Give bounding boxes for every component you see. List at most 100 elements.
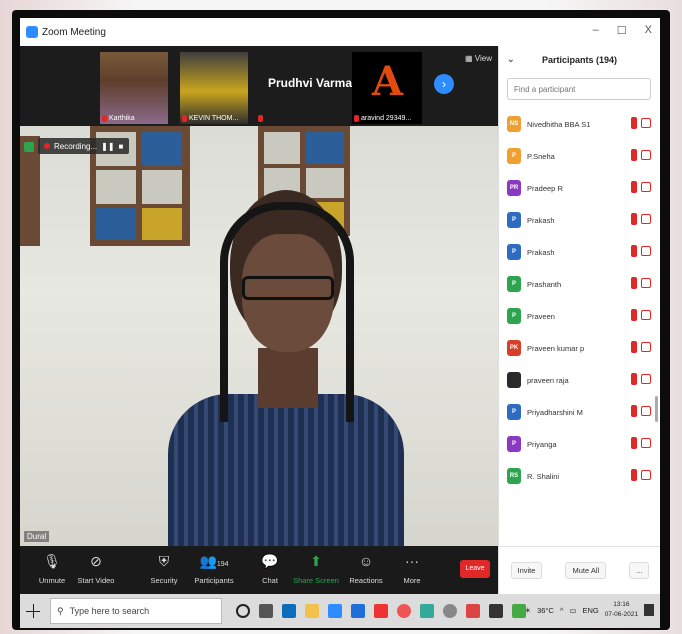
participants-count: 194 bbox=[216, 561, 229, 568]
wall-tile bbox=[96, 170, 136, 204]
participant-row[interactable]: P P.Sneha bbox=[499, 140, 660, 172]
participant-status bbox=[631, 245, 651, 257]
more-button[interactable]: ··· More bbox=[386, 550, 438, 585]
panel-more-button[interactable]: ... bbox=[629, 562, 650, 579]
minimize-button[interactable]: – bbox=[593, 24, 599, 37]
weather-icon[interactable]: ☀ bbox=[524, 606, 531, 615]
video-off-icon bbox=[641, 246, 651, 256]
participant-row[interactable]: P Priyanga bbox=[499, 428, 660, 460]
panel-scrollbar[interactable] bbox=[655, 396, 658, 422]
windows-taskbar: ⚲ Type here to search ☀ 36°C ^ ▭ ENG 13:… bbox=[20, 594, 660, 628]
participant-name: Priyadharshini M bbox=[527, 407, 583, 417]
start-video-button[interactable]: ⊘ Start Video bbox=[70, 550, 122, 585]
title-bar: Zoom Meeting – ☐ X bbox=[20, 18, 660, 46]
view-button[interactable]: ▦ View bbox=[465, 54, 492, 63]
store-icon[interactable] bbox=[351, 604, 365, 618]
wall-tile bbox=[142, 208, 182, 240]
chat-icon: 💬 bbox=[261, 553, 279, 569]
taskbar-apps bbox=[236, 604, 526, 618]
participant-row[interactable]: PR Pradeep R bbox=[499, 172, 660, 204]
thumbnail-kevin[interactable]: KEVIN THOM... bbox=[180, 52, 248, 124]
muted-mic-icon bbox=[631, 213, 637, 225]
app-icon[interactable] bbox=[443, 604, 457, 618]
participant-status bbox=[631, 181, 651, 193]
participants-button[interactable]: 👥194 Participants bbox=[188, 550, 240, 585]
thumbnail-aravind[interactable]: A aravind 29349... bbox=[352, 52, 422, 124]
share-screen-button[interactable]: ⬆ Share Screen bbox=[290, 550, 342, 585]
encryption-shield-icon[interactable] bbox=[24, 142, 34, 152]
next-page-button[interactable]: › bbox=[434, 74, 454, 94]
participant-row[interactable]: P Prashanth bbox=[499, 268, 660, 300]
thumbnail-name: aravind 29349... bbox=[361, 115, 412, 122]
participant-row[interactable]: NS Nivedhitha BBA S1 bbox=[499, 108, 660, 140]
thumbnail-karthika[interactable]: Karthika bbox=[100, 52, 168, 124]
muted-mic-icon bbox=[631, 405, 637, 417]
close-button[interactable]: X bbox=[645, 24, 652, 37]
cortana-icon[interactable] bbox=[236, 604, 250, 618]
avatar: P bbox=[507, 276, 521, 292]
participant-status bbox=[631, 341, 651, 353]
participant-row[interactable]: P Prakash bbox=[499, 204, 660, 236]
participant-row[interactable]: praveen raja bbox=[499, 364, 660, 396]
participant-row[interactable]: P Prakash bbox=[499, 236, 660, 268]
task-view-icon[interactable] bbox=[259, 604, 273, 618]
leave-button[interactable]: Leave bbox=[460, 560, 490, 578]
speaker-headset bbox=[220, 202, 354, 422]
video-off-icon bbox=[641, 406, 651, 416]
find-participant-input[interactable] bbox=[507, 78, 651, 100]
recording-indicator[interactable]: Recording... ❚❚ ■ bbox=[38, 138, 130, 154]
participant-row[interactable]: P Praveen bbox=[499, 300, 660, 332]
network-icon[interactable]: ▭ bbox=[569, 606, 576, 615]
participant-name: Praveen kumar p bbox=[527, 343, 585, 353]
chat-button[interactable]: 💬 Chat bbox=[244, 550, 296, 585]
clock[interactable]: 13:16 07-06-2021 bbox=[605, 600, 638, 620]
app-icon[interactable] bbox=[466, 604, 480, 618]
more-icon: ··· bbox=[405, 553, 419, 569]
chevron-down-icon[interactable]: ⌄ bbox=[507, 54, 515, 65]
avatar: P bbox=[507, 308, 521, 324]
avatar: P bbox=[507, 436, 521, 452]
participant-row[interactable]: PK Praveen kumar p bbox=[499, 332, 660, 364]
video-off-icon bbox=[641, 150, 651, 160]
window-controls: – ☐ X bbox=[593, 24, 652, 37]
edge-icon[interactable] bbox=[282, 604, 296, 618]
muted-mic-icon bbox=[631, 309, 637, 321]
start-video-label: Start Video bbox=[77, 576, 115, 585]
file-explorer-icon[interactable] bbox=[305, 604, 319, 618]
invite-button[interactable]: Invite bbox=[510, 562, 543, 579]
chevron-up-icon[interactable]: ^ bbox=[560, 606, 564, 615]
security-button[interactable]: ⛨ Security bbox=[138, 550, 190, 585]
windows-start-icon[interactable] bbox=[26, 604, 40, 618]
notification-icon[interactable] bbox=[644, 604, 654, 616]
participant-row[interactable]: P Priyadharshini M bbox=[499, 396, 660, 428]
reactions-button[interactable]: ☺ Reactions bbox=[340, 550, 392, 585]
meeting-toolbar: 🎙 Unmute ⊘ Start Video ⛨ Security 👥194 P… bbox=[20, 546, 498, 594]
thumbnail-prudhvi[interactable]: Prudhvi Varma bbox=[256, 52, 364, 124]
language-indicator[interactable]: ENG bbox=[582, 606, 598, 615]
participant-status bbox=[631, 149, 651, 161]
temperature[interactable]: 36°C bbox=[537, 606, 554, 615]
app-icon[interactable] bbox=[489, 604, 503, 618]
maximize-button[interactable]: ☐ bbox=[617, 24, 627, 37]
search-placeholder: Type here to search bbox=[69, 606, 150, 616]
office-icon[interactable] bbox=[374, 604, 388, 618]
video-off-icon bbox=[641, 438, 651, 448]
recording-dot-icon bbox=[44, 143, 50, 149]
mute-all-button[interactable]: Mute All bbox=[565, 562, 607, 579]
muted-mic-icon bbox=[631, 341, 637, 353]
taskbar-search-box[interactable]: ⚲ Type here to search bbox=[50, 598, 222, 624]
pause-icon[interactable]: ❚❚ bbox=[101, 142, 114, 151]
participants-panel: ⌄ Participants (194) NS Nivedhitha BBA S1… bbox=[498, 46, 660, 594]
muted-mic-icon bbox=[631, 117, 637, 129]
video-off-icon bbox=[641, 182, 651, 192]
active-speaker-video: Dural bbox=[20, 126, 498, 546]
stop-icon[interactable]: ■ bbox=[119, 142, 124, 151]
participant-name: Priyanga bbox=[527, 439, 557, 449]
avatar: PK bbox=[507, 340, 521, 356]
zoom-taskbar-icon[interactable] bbox=[328, 604, 342, 618]
avatar: P bbox=[507, 148, 521, 164]
share-screen-label: Share Screen bbox=[293, 576, 339, 585]
participant-row[interactable]: RS R. Shalini bbox=[499, 460, 660, 492]
chrome-icon[interactable] bbox=[397, 604, 411, 618]
app-icon[interactable] bbox=[420, 604, 434, 618]
